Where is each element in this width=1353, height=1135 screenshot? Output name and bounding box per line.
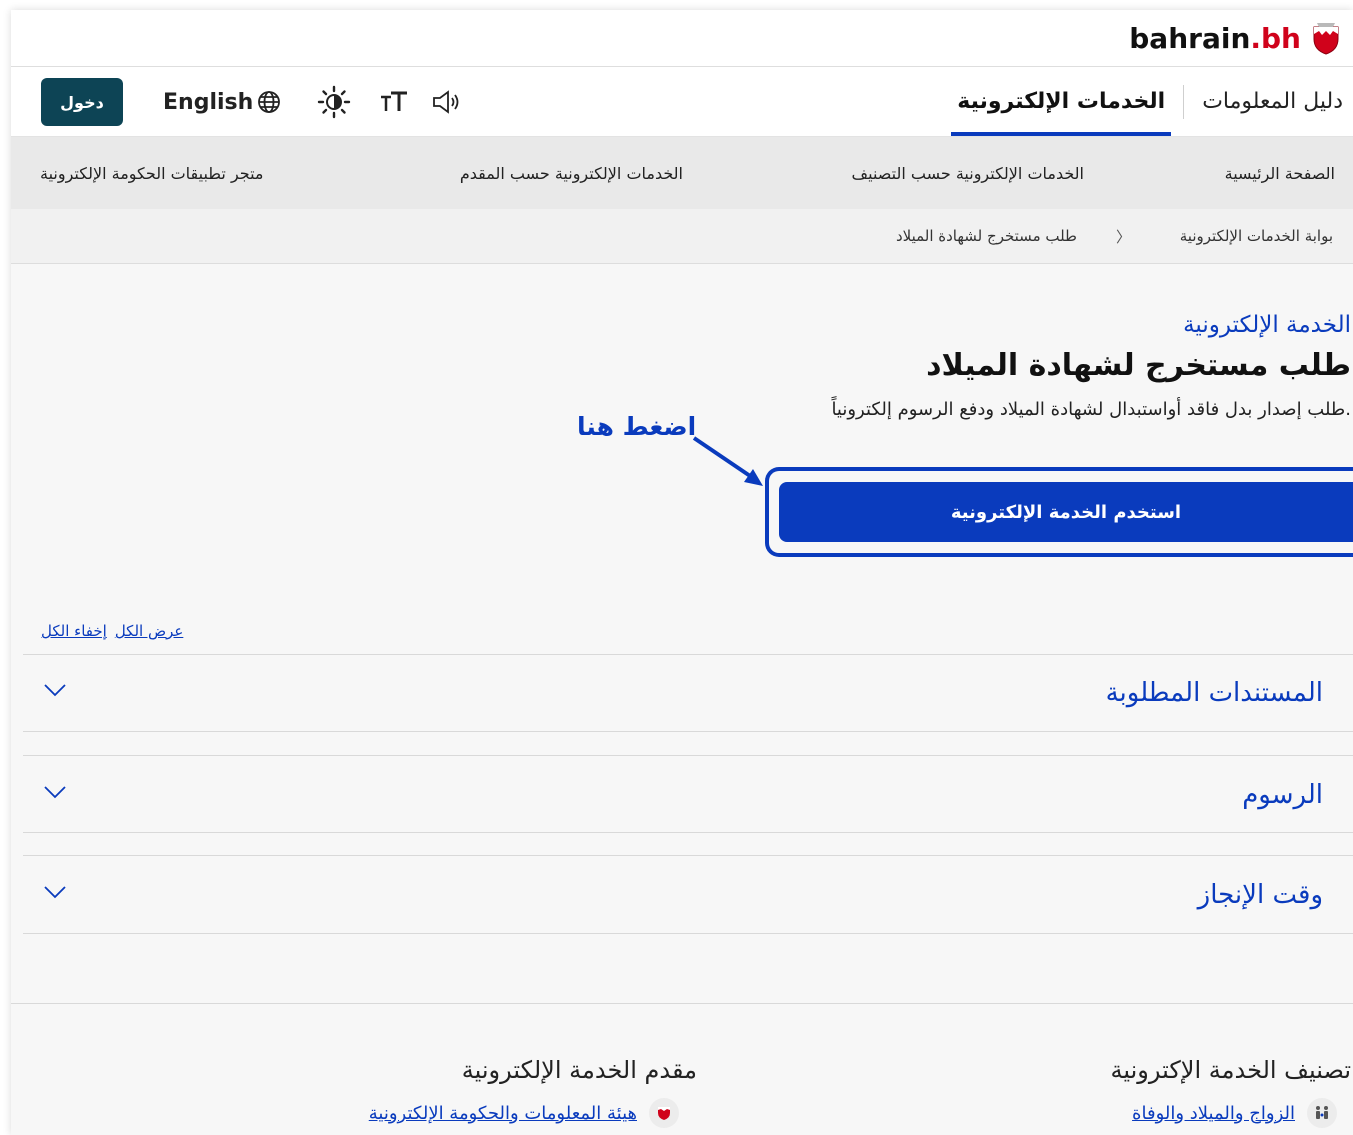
tab-divider bbox=[1183, 84, 1185, 119]
category-link[interactable]: الزواج والميلاد والوفاة bbox=[1132, 1098, 1337, 1128]
page: bahrain.bh دليل المعلومات الخدمات الإلكت… bbox=[11, 10, 1353, 1135]
subnav-by-provider[interactable]: الخدمات الإلكترونية حسب المقدم bbox=[460, 137, 683, 209]
accordion-title: وقت الإنجاز bbox=[1197, 880, 1323, 910]
login-button[interactable]: دخول bbox=[41, 78, 123, 126]
bahrain-emblem-icon bbox=[1313, 23, 1339, 55]
accordion-divider bbox=[23, 755, 1353, 756]
sub-navigation: الصفحة الرئيسية الخدمات الإلكترونية حسب … bbox=[11, 137, 1353, 209]
language-switch[interactable]: English bbox=[163, 90, 281, 115]
brightness-button[interactable] bbox=[317, 85, 351, 119]
language-label: English bbox=[163, 89, 254, 115]
click-here-annotation: اضغط هنا bbox=[577, 412, 697, 441]
chevron-down-icon bbox=[44, 886, 66, 899]
text-size-icon bbox=[381, 91, 408, 111]
brand-wordmark: bahrain.bh bbox=[1129, 22, 1301, 55]
utility-bar: دخول English bbox=[41, 78, 463, 126]
brightness-icon bbox=[318, 85, 351, 119]
expand-collapse-controls: عرض الكل إخفاء الكل bbox=[41, 622, 183, 640]
accordion-divider bbox=[23, 731, 1353, 732]
text-size-button[interactable] bbox=[379, 89, 409, 115]
accordion-divider bbox=[23, 855, 1353, 856]
breadcrumb: بوابة الخدمات الإلكترونية 〉 طلب مستخرج ل… bbox=[11, 209, 1353, 264]
provider-link[interactable]: هيئة المعلومات والحكومة الإلكترونية bbox=[369, 1098, 679, 1128]
brand-bar: bahrain.bh bbox=[11, 10, 1353, 67]
brand-logo[interactable]: bahrain.bh bbox=[1129, 20, 1341, 56]
subnav-by-category[interactable]: الخدمات الإلكترونية حسب التصنيف bbox=[852, 137, 1084, 209]
category-heading: تصنيف الخدمة الإكترونية bbox=[1110, 1056, 1351, 1084]
brand-name: bahrain bbox=[1129, 21, 1251, 55]
subnav-home[interactable]: الصفحة الرئيسية bbox=[1225, 137, 1335, 209]
accordion-required-documents[interactable]: المستندات المطلوبة bbox=[23, 655, 1323, 731]
accordion-title: المستندات المطلوبة bbox=[1105, 678, 1323, 708]
page-title: طلب مستخرج لشهادة الميلاد bbox=[926, 348, 1351, 383]
chevron-down-icon bbox=[44, 786, 66, 799]
subnav-app-store[interactable]: متجر تطبيقات الحكومة الإلكترونية bbox=[40, 137, 264, 209]
category-link-label: الزواج والميلاد والوفاة bbox=[1132, 1102, 1295, 1124]
top-navigation: دليل المعلومات الخدمات الإلكترونية دخول … bbox=[11, 67, 1353, 137]
globe-icon bbox=[258, 91, 281, 113]
accordion-divider bbox=[23, 832, 1353, 833]
tab-eservices[interactable]: الخدمات الإلكترونية bbox=[951, 67, 1172, 136]
accordion-divider bbox=[23, 933, 1353, 934]
provider-heading: مقدم الخدمة الإلكترونية bbox=[461, 1056, 697, 1084]
tab-information-guide[interactable]: دليل المعلومات bbox=[1196, 67, 1349, 136]
use-eservice-button[interactable]: استخدم الخدمة الإلكترونية bbox=[779, 482, 1353, 542]
accordion-fees[interactable]: الرسوم bbox=[23, 757, 1323, 833]
brand-tld: .bh bbox=[1250, 21, 1301, 55]
service-kicker: الخدمة الإلكترونية bbox=[1183, 312, 1351, 338]
show-all-link[interactable]: عرض الكل bbox=[115, 622, 184, 640]
chevron-down-icon bbox=[44, 684, 66, 697]
accordion-title: الرسوم bbox=[1242, 780, 1323, 810]
service-info-footer: تصنيف الخدمة الإكترونية الزواج والميلاد … bbox=[11, 1003, 1353, 1135]
text-to-speech-button[interactable] bbox=[431, 89, 463, 115]
hide-all-link[interactable]: إخفاء الكل bbox=[41, 622, 107, 640]
speaker-icon bbox=[433, 90, 459, 114]
iga-logo-icon bbox=[649, 1098, 679, 1128]
service-description: طلب إصدار بدل فاقد أواستبدال لشهادة المي… bbox=[831, 399, 1351, 420]
main-tabs: دليل المعلومات الخدمات الإلكترونية bbox=[951, 67, 1349, 136]
accordion-completion-time[interactable]: وقت الإنجاز bbox=[23, 857, 1323, 933]
breadcrumb-current: طلب مستخرج لشهادة الميلاد bbox=[895, 227, 1077, 245]
family-icon bbox=[1307, 1098, 1337, 1128]
breadcrumb-separator: 〉 bbox=[1115, 227, 1131, 246]
breadcrumb-portal-link[interactable]: بوابة الخدمات الإلكترونية bbox=[1180, 209, 1333, 263]
provider-link-label: هيئة المعلومات والحكومة الإلكترونية bbox=[368, 1102, 637, 1124]
